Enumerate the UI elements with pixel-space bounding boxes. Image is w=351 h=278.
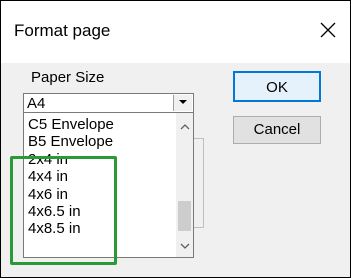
close-icon	[313, 15, 343, 45]
paper-size-options: C5 Envelope B5 Envelope 2x4 in 4x4 in 4x6 in…	[24, 116, 176, 238]
cancel-button[interactable]: Cancel	[233, 116, 321, 144]
list-item[interactable]: 4x8.5 in	[24, 220, 176, 237]
scroll-up-button[interactable]	[176, 119, 193, 136]
paper-size-select[interactable]: A4	[23, 93, 194, 113]
list-item[interactable]: 4x6.5 in	[24, 203, 176, 220]
list-item[interactable]: B5 Envelope	[24, 133, 176, 150]
paper-size-dropdown-list[interactable]: C5 Envelope B5 Envelope 2x4 in 4x4 in 4x6 in…	[23, 113, 194, 258]
chevron-down-icon	[176, 243, 193, 249]
scroll-thumb[interactable]	[178, 201, 191, 231]
title-bar: Format page	[1, 1, 350, 63]
close-button[interactable]	[313, 15, 343, 45]
paper-size-label: Paper Size	[31, 69, 105, 86]
dialog-title: Format page	[14, 21, 111, 40]
chevron-down-icon	[174, 98, 192, 106]
dropdown-button[interactable]	[173, 95, 192, 111]
list-scrollbar[interactable]	[176, 113, 193, 257]
list-item[interactable]: 4x4 in	[24, 168, 176, 185]
format-page-dialog: Format page Paper Size A4 C5 Envelope B5 …	[0, 0, 351, 278]
list-item[interactable]: C5 Envelope	[24, 116, 176, 133]
list-item[interactable]: 2x4 in	[24, 151, 176, 168]
groupbox-edge	[194, 138, 204, 228]
scroll-down-button[interactable]	[176, 238, 193, 255]
chevron-up-icon	[176, 124, 193, 130]
ok-button[interactable]: OK	[233, 71, 321, 102]
list-item[interactable]: 4x6 in	[24, 186, 176, 203]
paper-size-selected-value: A4	[27, 95, 46, 112]
